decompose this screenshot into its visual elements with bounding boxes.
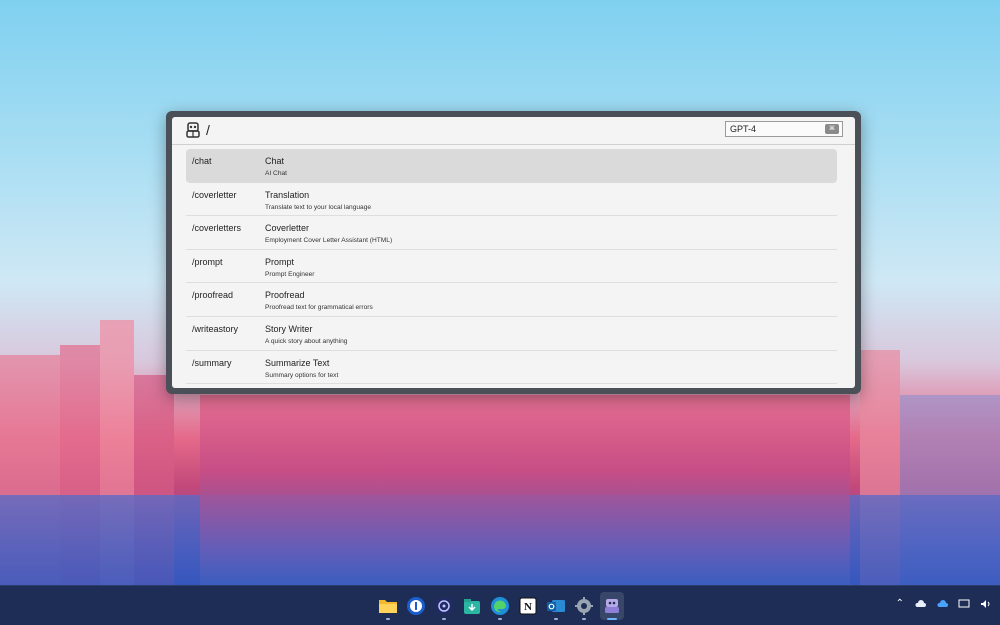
command-name: /summary [192, 357, 232, 368]
obs-icon [436, 598, 452, 614]
volume-icon[interactable] [980, 599, 992, 609]
command-title: Summarize Text [265, 357, 330, 368]
command-row-chat[interactable]: /chat Chat AI Chat [186, 149, 837, 183]
onedrive-icon[interactable] [936, 599, 948, 608]
taskbar-1password[interactable] [404, 592, 428, 620]
command-row-coverletter[interactable]: /coverletters Coverletter Employment Cov… [186, 216, 837, 250]
command-row-story-writer[interactable]: /writeastory Story Writer A quick story … [186, 317, 837, 351]
taskbar-apps: N [376, 592, 624, 620]
svg-text:N: N [524, 601, 532, 613]
display-icon[interactable] [958, 599, 970, 609]
command-description: Prompt Engineer [265, 270, 315, 278]
running-indicator [582, 618, 586, 620]
taskbar-settings[interactable] [572, 592, 596, 620]
command-row-prompt[interactable]: /prompt Prompt Prompt Engineer [186, 250, 837, 284]
model-selector[interactable]: GPT-4 ⌘ [725, 121, 843, 137]
settings-icon [575, 597, 593, 615]
running-indicator [498, 618, 502, 620]
launcher-topbar: GPT-4 ⌘ [172, 117, 855, 145]
running-indicator [442, 618, 446, 620]
taskbar-notion[interactable]: N [516, 592, 540, 620]
command-description: Translate text to your local language [265, 203, 372, 211]
taskbar: N ⌃ [0, 585, 1000, 625]
1password-icon [407, 597, 425, 615]
command-title: Prompt [265, 256, 295, 267]
command-title: Story Writer [265, 323, 313, 334]
running-indicator [386, 618, 390, 620]
launcher-panel: GPT-4 ⌘ /chat Chat AI Chat /coverletter … [172, 117, 855, 388]
taskbar-file-explorer[interactable] [376, 592, 400, 620]
command-name: /writeastory [192, 323, 239, 334]
command-title: Chat [265, 156, 285, 166]
command-name: /prompt [192, 256, 223, 267]
system-tray: ⌃ [896, 598, 992, 609]
model-selector-value: GPT-4 [730, 124, 757, 134]
notion-icon: N [519, 597, 537, 615]
command-name: /coverletters [192, 223, 242, 234]
taskbar-outlook[interactable] [544, 592, 568, 620]
command-search-input[interactable] [206, 122, 606, 138]
outlook-icon [547, 600, 565, 612]
command-list: /chat Chat AI Chat /coverletter Translat… [186, 149, 837, 385]
running-indicator [607, 618, 617, 620]
command-description: Summary options for text [265, 371, 339, 379]
running-indicator [554, 618, 558, 620]
command-name: /coverletter [192, 189, 237, 200]
command-title: Coverletter [265, 223, 310, 234]
keyboard-shortcut-icon: ⌘ [825, 124, 839, 134]
command-row-translation[interactable]: /coverletter Translation Translate text … [186, 183, 837, 217]
taskbar-store[interactable] [460, 592, 484, 620]
command-name: /proofread [192, 290, 234, 301]
chevron-up-icon[interactable]: ⌃ [896, 598, 904, 609]
command-row-summarize[interactable]: /summary Summarize Text Summary options … [186, 351, 837, 385]
command-title: Translation [265, 189, 310, 200]
command-name: /chat [192, 156, 212, 166]
command-row-proofread[interactable]: /proofread Proofread Proofread text for … [186, 283, 837, 317]
ai-command-launcher: GPT-4 ⌘ /chat Chat AI Chat /coverletter … [166, 111, 861, 394]
ai-launcher-icon [605, 599, 619, 613]
taskbar-obs[interactable] [432, 592, 456, 620]
command-description: A quick story about anything [265, 337, 348, 345]
taskbar-edge[interactable] [488, 592, 512, 620]
robot-icon [186, 122, 200, 138]
command-description: AI Chat [265, 170, 287, 177]
taskbar-ai-launcher[interactable] [600, 592, 624, 620]
command-description: Employment Cover Letter Assistant (HTML) [265, 237, 393, 245]
file-explorer-icon [379, 600, 397, 613]
edge-icon [491, 597, 509, 615]
cloud-icon[interactable] [914, 599, 926, 608]
command-title: Proofread [265, 290, 305, 301]
store-download-icon [464, 599, 480, 614]
command-description: Proofread text for grammatical errors [265, 304, 373, 312]
